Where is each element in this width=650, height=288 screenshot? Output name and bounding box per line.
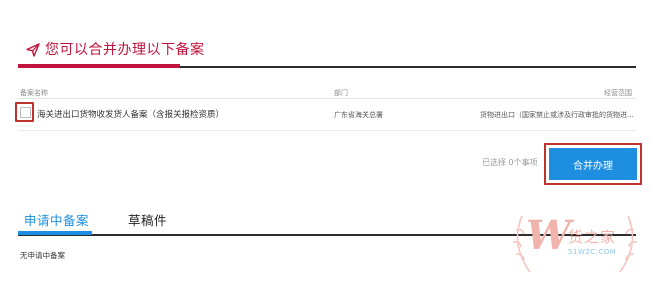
column-header-name: 备案名称 (20, 89, 48, 97)
row-filing-name: 海关进出口货物收发货人备案（含报关报检资质） (37, 110, 225, 120)
row-scope: 货物进出口（国家禁止或涉及行政审批的货物进... (480, 111, 634, 119)
tab-pending-filings[interactable]: 申请中备案 (24, 210, 89, 229)
section-title: 您可以合并办理以下备案 (45, 42, 205, 58)
column-header-department: 部门 (334, 89, 348, 97)
selected-count: 已选择 0个事项 (482, 158, 538, 167)
active-tab-indicator (18, 231, 92, 235)
watermark-letter: W (526, 212, 571, 259)
send-icon (26, 42, 40, 57)
merge-process-button[interactable]: 合并办理 (549, 148, 637, 180)
section-heading: 您可以合并办理以下备案 (26, 38, 205, 60)
table-row-divider (18, 130, 636, 131)
section-accent-bar (18, 64, 180, 68)
watermark-logo: W 货之家 51W2C.COM (508, 206, 642, 282)
empty-state-message: 无申请中备案 (20, 251, 65, 260)
row-checkbox[interactable] (20, 107, 31, 118)
row-department: 广东省海关总署 (334, 111, 383, 119)
table-header-divider (18, 98, 636, 99)
watermark-url: 51W2C.COM (568, 248, 617, 256)
column-header-scope: 经营范围 (604, 89, 632, 97)
watermark-name: 货之家 (568, 228, 617, 246)
tab-drafts[interactable]: 草稿件 (128, 210, 167, 229)
